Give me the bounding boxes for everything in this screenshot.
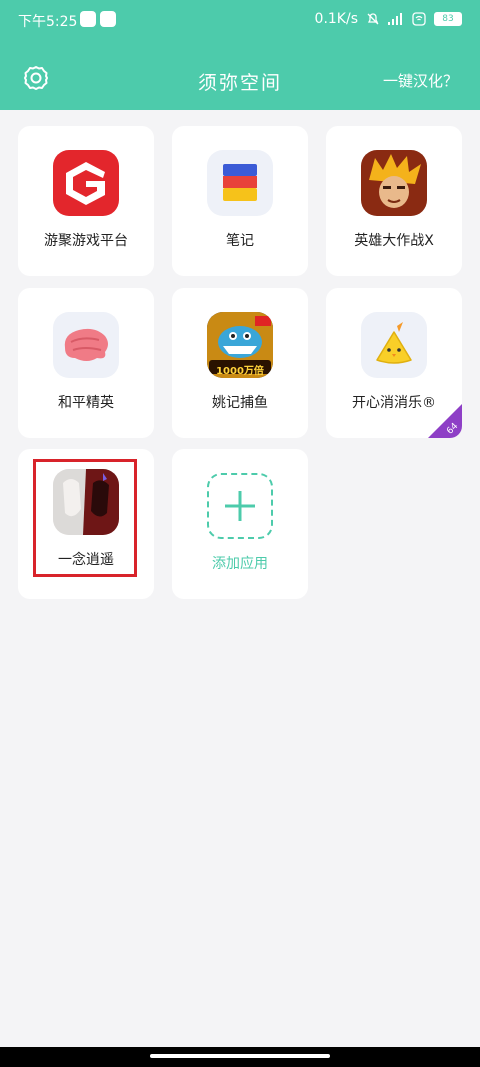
app-card-yaoji-fishing[interactable]: 1000万倍 姚记捕鱼: [172, 288, 308, 438]
fishing-badge-text: 1000万倍: [216, 366, 264, 377]
home-indicator[interactable]: [150, 1054, 330, 1058]
tiktok-notification-icon: [80, 11, 96, 27]
battery-icon: 83: [434, 12, 462, 26]
happy-match-chick-icon: [361, 312, 427, 378]
app-label: 姚记捕鱼: [212, 395, 268, 411]
app-label: 笔记: [226, 233, 254, 249]
app-card-happy-match[interactable]: 开心消消乐® 64: [326, 288, 462, 438]
network-speed: 0.1K/s: [314, 11, 358, 27]
app-label: 英雄大作战X: [354, 233, 434, 249]
navigation-bar: [0, 1047, 480, 1067]
plus-icon: [225, 491, 255, 521]
app-notification-icon: [100, 11, 116, 27]
mute-bell-icon: [367, 13, 379, 25]
peace-elite-icon: [53, 312, 119, 378]
corner-64bit-badge: [428, 404, 462, 438]
app-label: 和平精英: [58, 395, 114, 411]
status-bar: 下午5:25 0.1K/s 83: [0, 0, 480, 40]
app-card-hero-battle[interactable]: 英雄大作战X: [326, 126, 462, 276]
status-time: 下午5:25: [18, 14, 78, 30]
add-app-card[interactable]: 添加应用: [172, 449, 308, 599]
youju-logo-icon: [53, 150, 119, 216]
app-card-peace-elite[interactable]: 和平精英: [18, 288, 154, 438]
app-card-youju[interactable]: 游聚游戏平台: [18, 126, 154, 276]
app-card-notes[interactable]: 笔记: [172, 126, 308, 276]
signal-icon: [388, 13, 402, 25]
hero-battle-icon: [361, 150, 427, 216]
title-bar: 须弥空间 一键汉化？: [0, 52, 480, 102]
yaoji-fishing-icon: 1000万倍: [207, 312, 273, 378]
wifi-icon: [412, 12, 426, 26]
app-header: 下午5:25 0.1K/s 83 须弥空间 一键汉化？: [0, 0, 480, 110]
add-app-box[interactable]: [207, 473, 273, 539]
selection-highlight-box: [33, 459, 137, 577]
app-label: 游聚游戏平台: [44, 233, 128, 249]
notes-book-icon: [207, 150, 273, 216]
add-app-label: 添加应用: [212, 556, 268, 572]
one-click-chinese-link[interactable]: 一键汉化？: [383, 70, 458, 91]
